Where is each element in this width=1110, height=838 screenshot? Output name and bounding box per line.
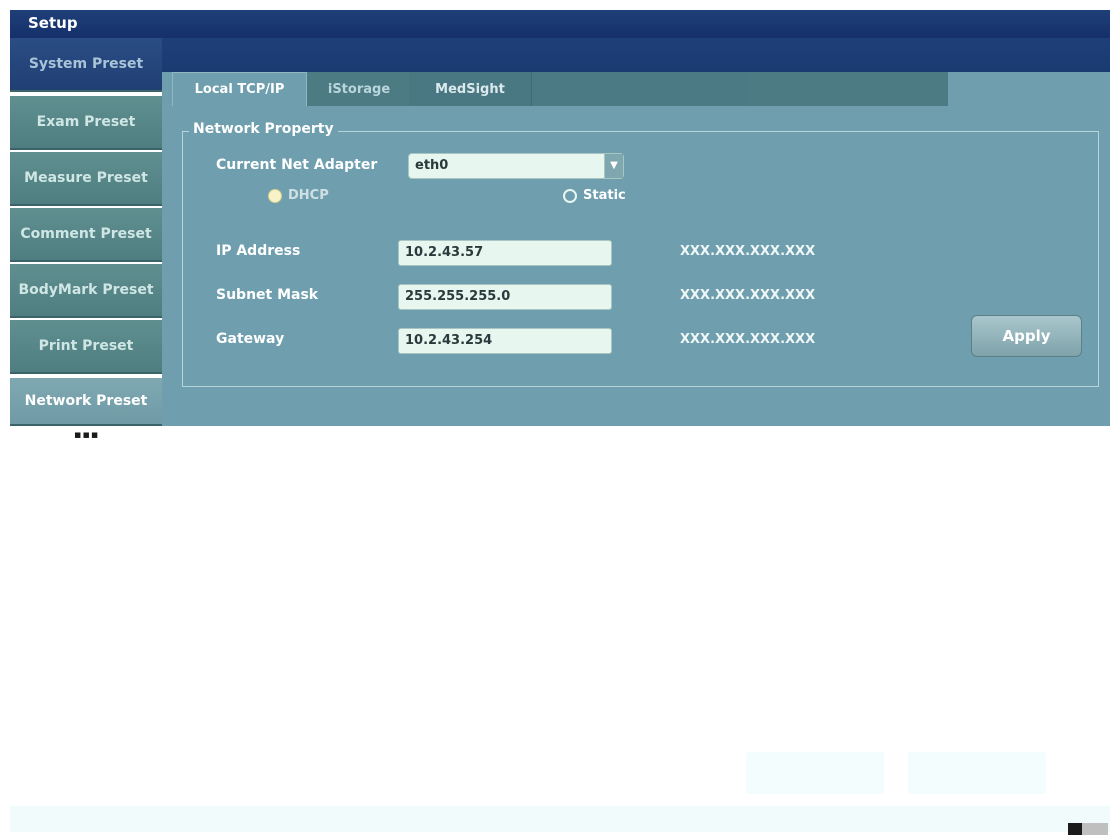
sidebar-item-bodymark-preset[interactable]: BodyMark Preset bbox=[10, 264, 162, 318]
tab-local-tcpip[interactable]: Local TCP/IP bbox=[172, 72, 307, 106]
faded-button bbox=[746, 752, 884, 794]
gateway-label: Gateway bbox=[216, 331, 285, 347]
tab-label: iStorage bbox=[327, 81, 391, 97]
tab-istorage[interactable]: iStorage bbox=[309, 72, 409, 106]
corner-artifact bbox=[1082, 823, 1108, 835]
sidebar-item-measure-preset[interactable]: Measure Preset bbox=[10, 152, 162, 206]
tab-label: Local TCP/IP bbox=[194, 82, 285, 97]
sidebar-item-label: BodyMark Preset bbox=[18, 282, 154, 298]
tab-medsight[interactable]: MedSight bbox=[409, 72, 532, 106]
sidebar-item-label: Comment Preset bbox=[20, 226, 152, 242]
mask-label: Subnet Mask bbox=[216, 287, 319, 303]
title-bar: Setup bbox=[10, 10, 1110, 38]
adapter-select[interactable]: eth0 ▼ bbox=[408, 153, 624, 179]
radio-dot-icon bbox=[268, 188, 282, 203]
sidebar-item-label: Network Preset bbox=[24, 393, 148, 409]
window-title: Setup bbox=[28, 14, 78, 32]
ip-label: IP Address bbox=[216, 243, 301, 259]
tab-bar-filler bbox=[532, 72, 748, 106]
content-top-band bbox=[162, 38, 1110, 72]
corner-artifact bbox=[1068, 823, 1082, 835]
gateway-format-hint: XXX.XXX.XXX.XXX bbox=[680, 332, 816, 347]
tab-label: MedSight bbox=[435, 81, 505, 97]
sidebar-item-network-preset[interactable]: Network Preset bbox=[10, 378, 162, 426]
subnet-mask-field[interactable]: 255.255.255.0 bbox=[398, 284, 612, 310]
ip-address-field[interactable]: 10.2.43.57 bbox=[398, 240, 612, 266]
sidebar-item-exam-preset[interactable]: Exam Preset bbox=[10, 96, 162, 150]
radio-dhcp-label: DHCP bbox=[288, 188, 329, 203]
apply-label: Apply bbox=[1002, 327, 1051, 345]
corrupted-glyph: ▪▪▪ bbox=[74, 428, 100, 441]
chevron-down-icon[interactable]: ▼ bbox=[604, 154, 623, 178]
mask-format-hint: XXX.XXX.XXX.XXX bbox=[680, 288, 816, 303]
ip-format-hint: XXX.XXX.XXX.XXX bbox=[680, 244, 816, 259]
sidebar-item-system-preset[interactable]: System Preset bbox=[10, 38, 162, 92]
gateway-field[interactable]: 10.2.43.254 bbox=[398, 328, 612, 354]
faded-status-strip bbox=[10, 806, 1110, 832]
sidebar-item-label: Print Preset bbox=[38, 338, 134, 354]
radio-dhcp[interactable]: DHCP bbox=[268, 188, 329, 203]
sidebar-item-label: Exam Preset bbox=[36, 114, 136, 130]
sidebar-item-label: Measure Preset bbox=[24, 170, 148, 186]
sidebar-item-label: System Preset bbox=[28, 56, 144, 72]
sidebar: System Preset Exam Preset Measure Preset… bbox=[10, 38, 162, 426]
apply-button[interactable]: Apply bbox=[971, 315, 1082, 357]
tab-bar: Local TCP/IP iStorage MedSight bbox=[172, 72, 948, 106]
radio-static[interactable]: Static bbox=[563, 188, 626, 203]
adapter-value: eth0 bbox=[415, 158, 449, 173]
radio-dot-icon bbox=[563, 188, 577, 203]
sidebar-item-comment-preset[interactable]: Comment Preset bbox=[10, 208, 162, 262]
radio-static-label: Static bbox=[583, 188, 626, 203]
group-title: Network Property bbox=[189, 121, 338, 137]
faded-button bbox=[908, 752, 1046, 794]
sidebar-item-print-preset[interactable]: Print Preset bbox=[10, 320, 162, 374]
adapter-label: Current Net Adapter bbox=[216, 157, 378, 173]
